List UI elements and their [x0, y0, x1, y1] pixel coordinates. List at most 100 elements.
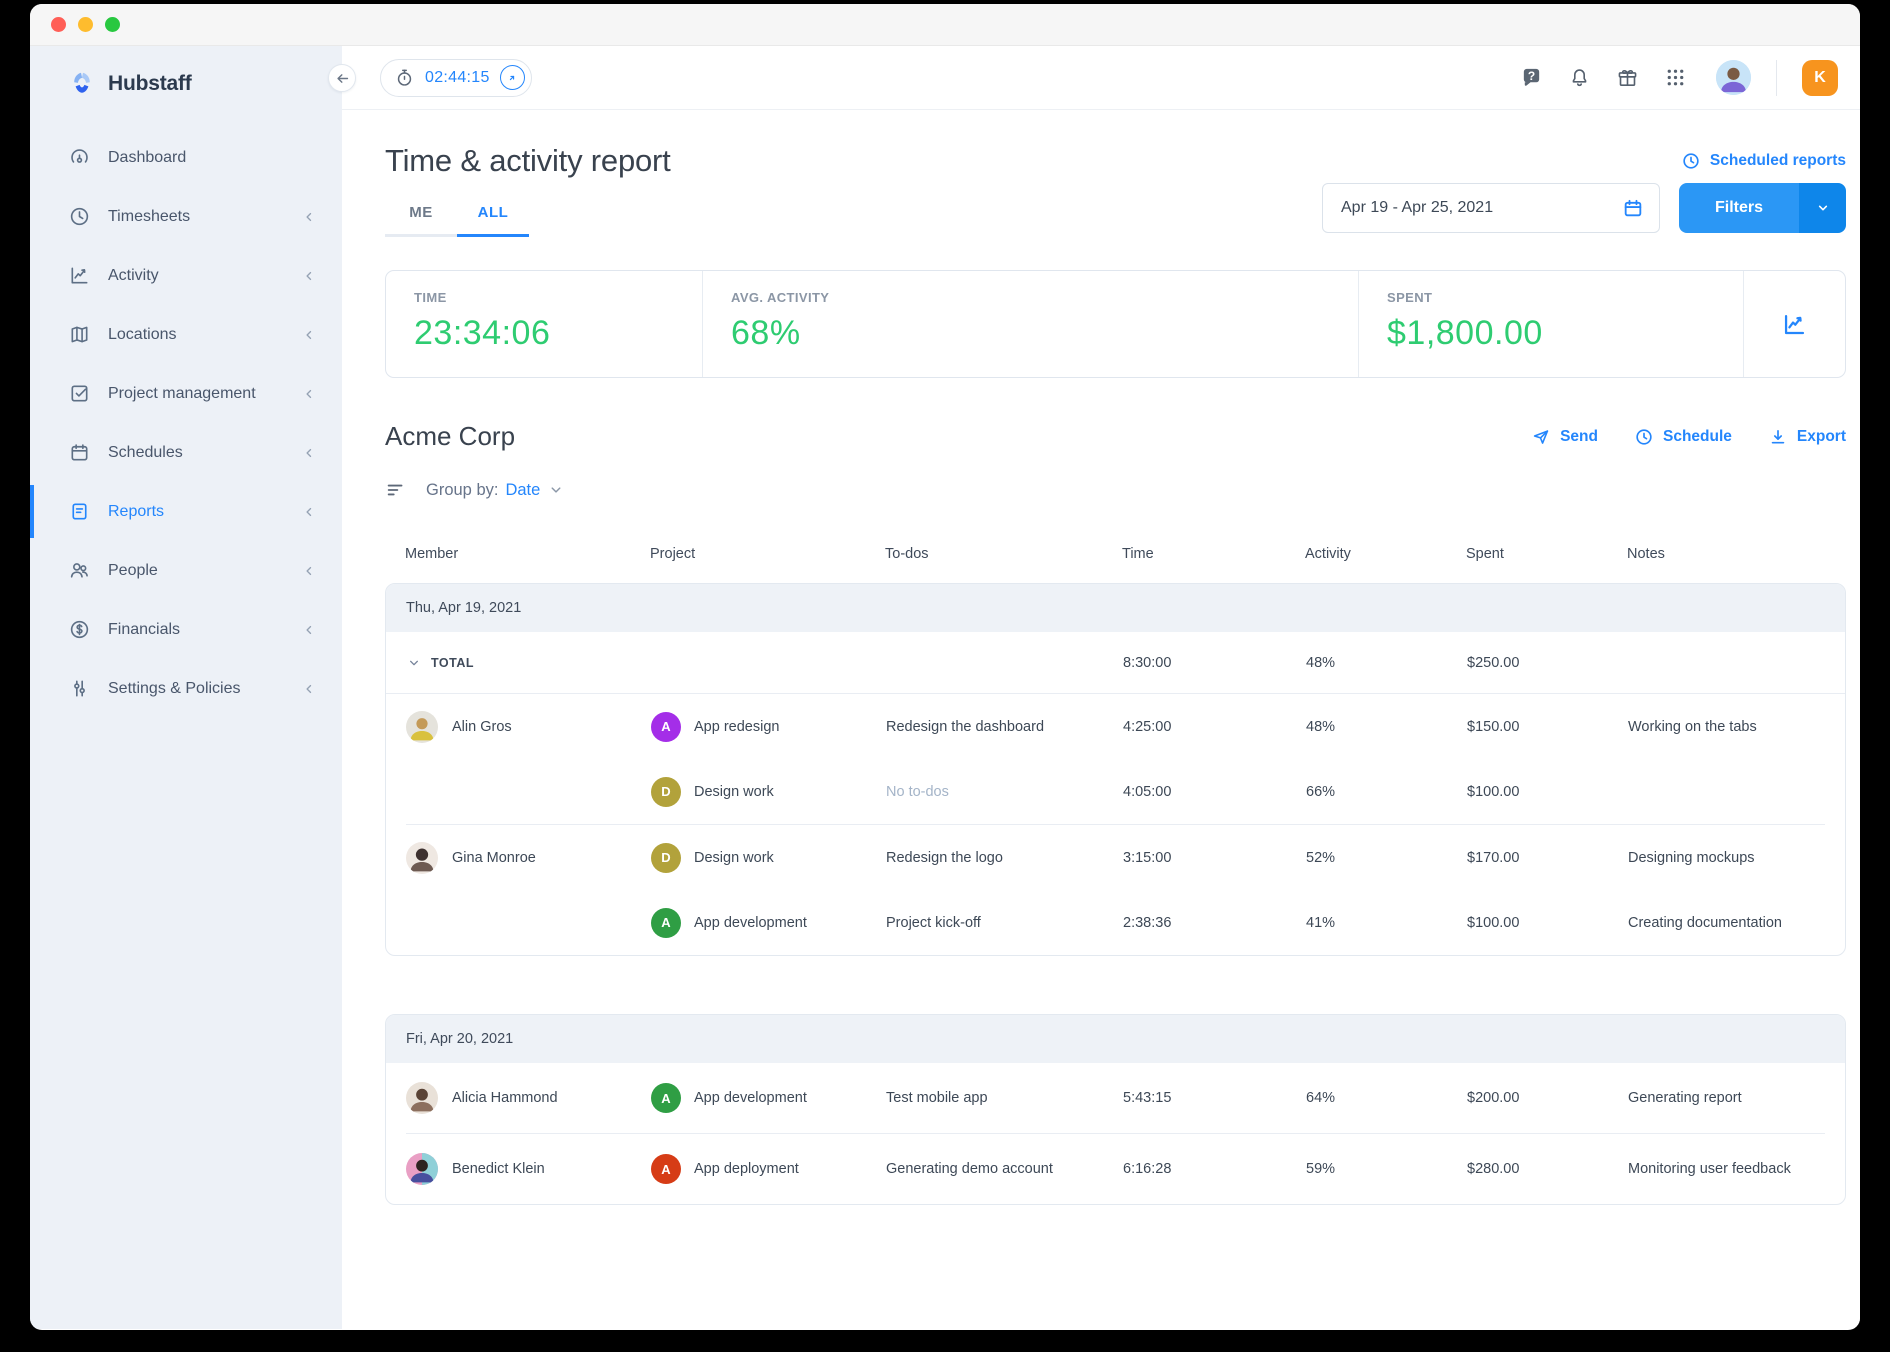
- table-row: A App development Project kick-off 2:38:…: [386, 890, 1845, 955]
- scheduled-reports-link[interactable]: Scheduled reports: [1681, 151, 1846, 171]
- column-header-notes: Notes: [1627, 546, 1665, 562]
- column-header-spent: Spent: [1466, 546, 1504, 562]
- time-cell: 4:25:00: [1123, 718, 1172, 735]
- sidebar: Hubstaff Dashboard Timesheets Activity L…: [30, 46, 342, 1329]
- sidebar-item-financials[interactable]: Financials: [30, 600, 342, 659]
- activity-icon: [68, 264, 91, 287]
- topbar-divider: [1776, 59, 1777, 96]
- schedule-button[interactable]: Schedule: [1634, 427, 1732, 447]
- chevron-left-icon: [300, 680, 318, 698]
- scope-tabs: ME ALL: [385, 189, 529, 237]
- total-label: TOTAL: [431, 655, 475, 670]
- help-icon[interactable]: ?: [1520, 66, 1543, 89]
- filters-dropdown-button[interactable]: [1799, 183, 1846, 233]
- organization-name: Acme Corp: [385, 421, 516, 451]
- sidebar-item-settings-policies[interactable]: Settings & Policies: [30, 659, 342, 718]
- date-range-picker[interactable]: Apr 19 - Apr 25, 2021: [1322, 183, 1660, 233]
- sidebar-item-schedules[interactable]: Schedules: [30, 423, 342, 482]
- people-icon: [68, 559, 91, 582]
- sidebar-item-label: Settings & Policies: [108, 679, 241, 697]
- member-name: Gina Monroe: [452, 849, 536, 866]
- topbar: 02:44:15 ? K: [342, 46, 1860, 110]
- column-header-member: Member: [405, 546, 459, 562]
- sidebar-item-activity[interactable]: Activity: [30, 246, 342, 305]
- minimize-window-button[interactable]: [78, 17, 93, 32]
- hubstaff-logo: Hubstaff: [30, 62, 342, 106]
- column-header-project: Project: [650, 546, 696, 562]
- sidebar-nav: Dashboard Timesheets Activity Locations …: [30, 128, 342, 718]
- activity-cell: 66%: [1306, 783, 1336, 800]
- back-button[interactable]: [328, 64, 356, 92]
- sidebar-item-timesheets[interactable]: Timesheets: [30, 187, 342, 246]
- sidebar-item-label: People: [108, 561, 158, 579]
- zoom-window-button[interactable]: [105, 17, 120, 32]
- avatar: [406, 841, 438, 874]
- view-chart-button[interactable]: [1743, 271, 1845, 377]
- chevron-left-icon: [300, 208, 318, 226]
- svg-text:?: ?: [1528, 69, 1535, 83]
- export-button[interactable]: Export: [1768, 427, 1846, 447]
- summary-stats-card: TIME 23:34:06 AVG. ACTIVITY 68% SPENT $1…: [385, 270, 1846, 378]
- sidebar-item-label: Project management: [108, 384, 256, 402]
- project-name: App deployment: [694, 1161, 799, 1177]
- sidebar-item-locations[interactable]: Locations: [30, 305, 342, 364]
- calendar-icon: [1622, 197, 1644, 219]
- project-badge: A: [651, 1083, 681, 1113]
- tab-all[interactable]: ALL: [457, 189, 529, 237]
- download-icon: [1768, 427, 1788, 447]
- total-time: 8:30:00: [1123, 654, 1172, 671]
- brand-name: Hubstaff: [108, 72, 192, 95]
- collapse-chevron-icon[interactable]: [406, 655, 422, 671]
- filters-button[interactable]: Filters: [1679, 183, 1799, 233]
- timer-value: 02:44:15: [425, 68, 490, 86]
- date-group-card: Fri, Apr 20, 2021 Alicia Hammond A App d…: [385, 1014, 1846, 1205]
- sidebar-item-label: Locations: [108, 325, 177, 343]
- avatar: [406, 710, 438, 743]
- timer-widget[interactable]: 02:44:15: [380, 58, 532, 97]
- project-name: Design work: [694, 849, 774, 866]
- tab-me[interactable]: ME: [385, 189, 457, 237]
- project-badge: A: [651, 711, 681, 742]
- gift-icon[interactable]: [1616, 66, 1639, 89]
- column-header-time: Time: [1122, 546, 1154, 562]
- spent-cell: $150.00: [1467, 718, 1520, 735]
- line-chart-icon: [1781, 311, 1808, 338]
- sidebar-item-reports[interactable]: Reports: [30, 482, 342, 541]
- project-name: Design work: [694, 783, 774, 800]
- project-badge: A: [651, 1154, 681, 1184]
- date-group-card: Thu, Apr 19, 2021 TOTAL 8:30:00 48% $250…: [385, 583, 1846, 956]
- sidebar-item-label: Dashboard: [108, 148, 187, 166]
- organization-badge[interactable]: K: [1802, 59, 1838, 96]
- column-header-activity: Activity: [1305, 546, 1351, 562]
- spent-cell: $100.00: [1467, 783, 1520, 800]
- clock-icon: [1681, 151, 1701, 171]
- todo-cell: No to-dos: [886, 783, 949, 800]
- send-label: Send: [1560, 427, 1598, 445]
- app-window: Hubstaff Dashboard Timesheets Activity L…: [30, 4, 1860, 1330]
- apps-grid-icon[interactable]: [1664, 66, 1687, 89]
- activity-cell: 64%: [1306, 1090, 1336, 1106]
- hubstaff-logo-icon: [67, 69, 97, 99]
- group-by-dropdown[interactable]: Group by: Date: [426, 481, 565, 500]
- user-avatar[interactable]: [1716, 60, 1751, 95]
- chevron-left-icon: [300, 385, 318, 403]
- table-row: D Design work No to-dos 4:05:00 66% $100…: [386, 759, 1845, 824]
- open-timer-icon[interactable]: [499, 65, 525, 90]
- sidebar-item-label: Reports: [108, 502, 165, 520]
- member-name: Benedict Klein: [452, 1161, 545, 1177]
- clock-icon: [1634, 427, 1654, 447]
- close-window-button[interactable]: [51, 17, 66, 32]
- notifications-bell-icon[interactable]: [1568, 66, 1591, 89]
- report-actions: Send Schedule Export: [1531, 427, 1846, 447]
- send-button[interactable]: Send: [1531, 427, 1598, 447]
- project-management-icon: [68, 382, 91, 405]
- sort-lines-icon[interactable]: [385, 479, 407, 501]
- chevron-left-icon: [300, 621, 318, 639]
- chevron-down-icon: [547, 481, 565, 499]
- sidebar-item-project-management[interactable]: Project management: [30, 364, 342, 423]
- time-cell: 4:05:00: [1123, 783, 1172, 800]
- total-row: TOTAL 8:30:00 48% $250.00: [386, 632, 1845, 694]
- sidebar-item-dashboard[interactable]: Dashboard: [30, 128, 342, 187]
- financials-icon: [68, 618, 91, 641]
- sidebar-item-people[interactable]: People: [30, 541, 342, 600]
